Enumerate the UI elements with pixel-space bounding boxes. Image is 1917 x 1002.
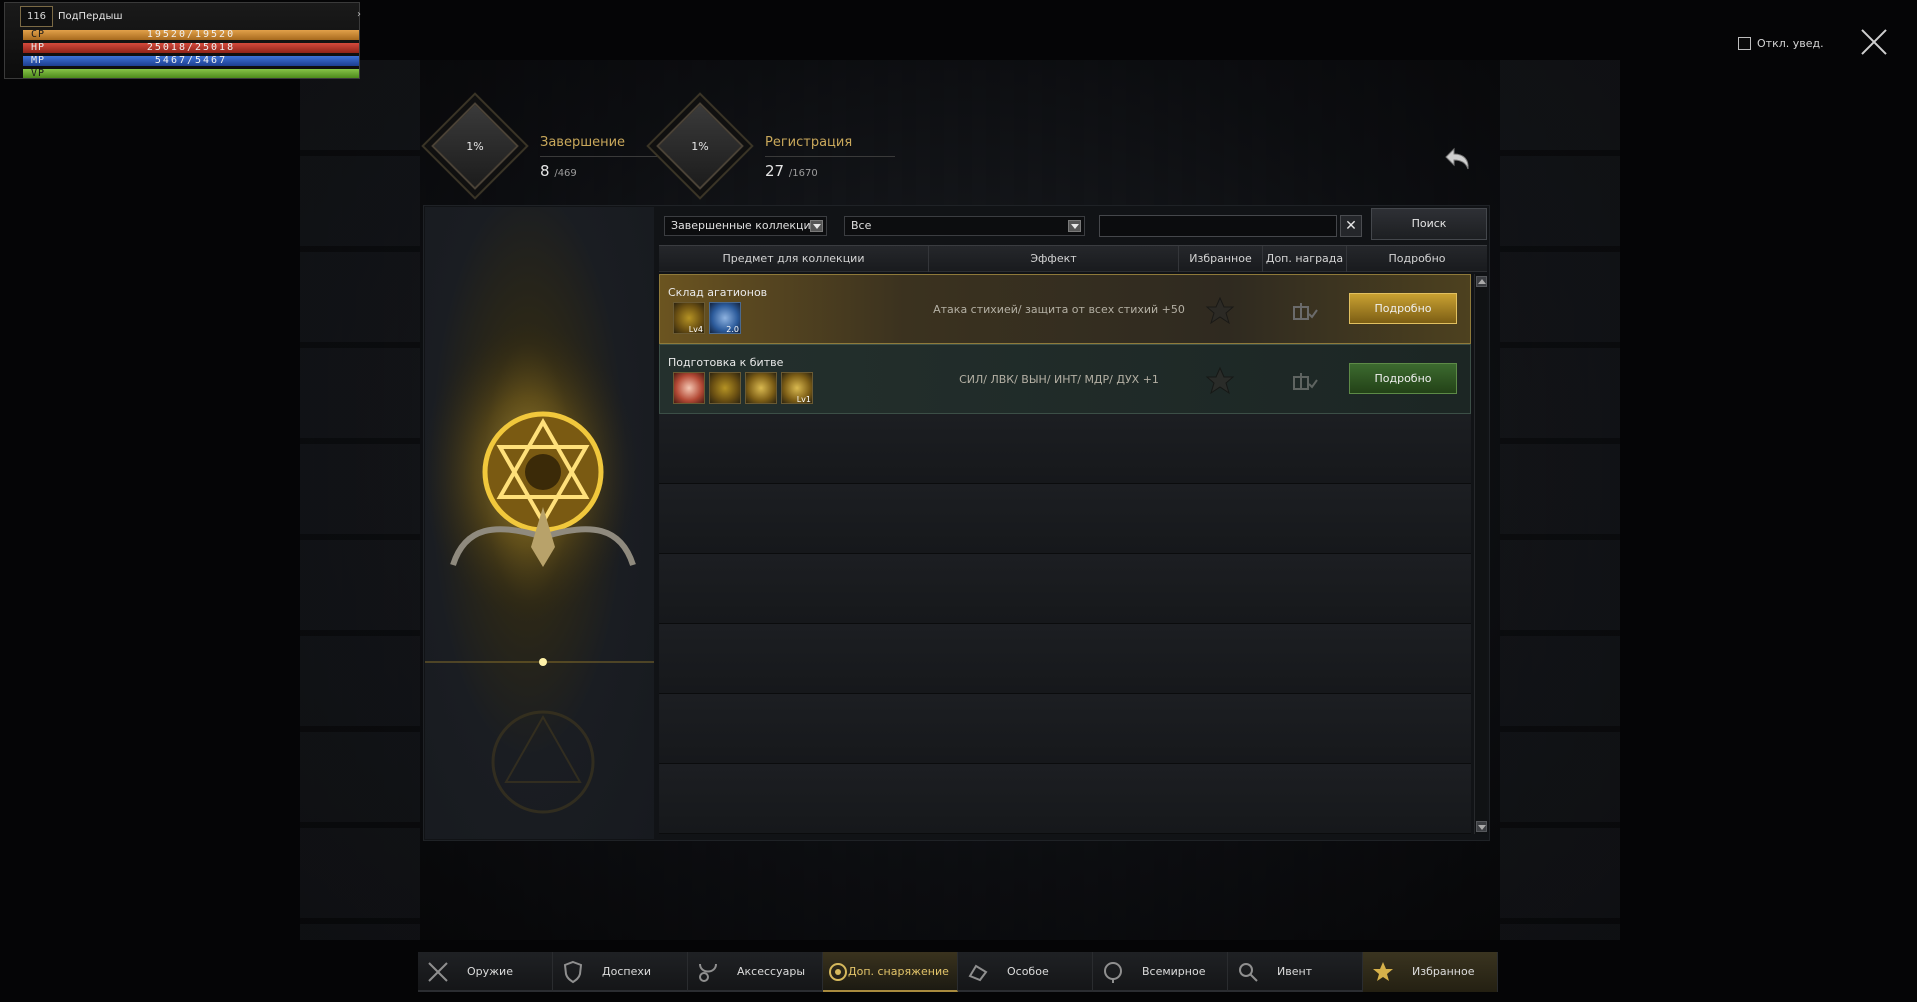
chevron-down-icon[interactable] [810, 220, 823, 232]
search-input[interactable] [1099, 215, 1337, 237]
column-item: Предмет для коллекции [659, 246, 929, 272]
weapon-scroll-icon[interactable] [745, 372, 777, 404]
tab-armor[interactable]: Доспехи [553, 952, 688, 992]
star-icon [1373, 962, 1393, 981]
table-row-empty [659, 764, 1471, 834]
registration-value: 27 /1670 [765, 162, 818, 180]
table-row-empty [659, 414, 1471, 484]
expand-arrow-icon[interactable]: › [357, 9, 361, 20]
favorite-star-icon[interactable] [1205, 296, 1235, 326]
details-button[interactable]: Подробно [1349, 293, 1457, 324]
collection-items: Lv4 2.0 [673, 302, 741, 334]
completion-title: Завершение [540, 135, 626, 150]
tab-favorites[interactable]: Избранное [1363, 952, 1498, 992]
extra-reward-gift-icon [1293, 373, 1318, 390]
gear-blue-icon[interactable]: 2.0 [709, 302, 741, 334]
sword-icon [428, 962, 448, 982]
clear-search-button[interactable]: ✕ [1340, 215, 1362, 237]
collection-name: Склад агатионов [668, 286, 768, 299]
table-scrollbar[interactable] [1474, 274, 1487, 834]
chevron-down-icon[interactable] [1068, 220, 1081, 232]
favorite-star-icon[interactable] [1205, 366, 1235, 396]
table-row-empty [659, 484, 1471, 554]
shield-icon [563, 960, 583, 984]
column-effect: Эффект [929, 246, 1179, 272]
collection-name: Подготовка к битве [668, 356, 784, 369]
scroll-up-icon[interactable] [1476, 276, 1487, 287]
bookshelf-left [300, 60, 420, 940]
bookshelf-right [1500, 60, 1620, 940]
tab-event[interactable]: Ивент [1228, 952, 1363, 992]
collection-illustration [425, 207, 654, 839]
type-filter-dropdown[interactable]: Все [844, 216, 1085, 236]
close-icon[interactable] [1859, 27, 1889, 57]
agathion-icon [829, 963, 847, 981]
search-button[interactable]: Поиск [1371, 208, 1487, 240]
collection-effect: Атака стихией/ защита от всех стихий +50 [933, 302, 1185, 316]
registration-title: Регистрация [765, 135, 853, 150]
column-extra-reward: Доп. награда [1263, 246, 1347, 272]
player-name: ПодПердыш [58, 11, 123, 22]
event-icon [1239, 963, 1258, 982]
spellbook-icon[interactable]: Lv1 [781, 372, 813, 404]
tab-weapons[interactable]: Оружие [418, 952, 553, 992]
category-tabs: Оружие Доспехи Аксессуары Доп. снаряжени… [418, 952, 1498, 992]
back-arrow-icon[interactable] [1440, 145, 1474, 179]
extra-reward-gift-icon [1293, 303, 1318, 320]
tab-special[interactable]: Особое [958, 952, 1093, 992]
special-icon [968, 964, 988, 982]
details-button[interactable]: Подробно [1349, 363, 1457, 394]
vp-bar: VP [23, 69, 359, 79]
scroll-down-icon[interactable] [1476, 821, 1487, 832]
globe-icon [1104, 962, 1122, 983]
table-row[interactable]: Подготовка к битве Lv1 СИЛ/ ЛВК/ ВЫН/ ИН… [659, 344, 1471, 414]
completion-value: 8 /469 [540, 162, 577, 180]
table-header: Предмет для коллекции Эффект Избранное Д… [659, 245, 1487, 272]
agathion-gold-icon[interactable]: Lv4 [673, 302, 705, 334]
collection-effect: СИЛ/ ЛВК/ ВЫН/ ИНТ/ МДР/ ДУХ +1 [959, 372, 1159, 386]
column-details: Подробно [1388, 252, 1446, 265]
mute-checkbox[interactable] [1738, 37, 1751, 50]
cp-bar: CP 19520/19520 [23, 30, 359, 40]
column-favorite: Избранное [1179, 246, 1263, 272]
tab-extra-equipment[interactable]: Доп. снаряжение [823, 952, 958, 992]
mp-bar: MP 5467/5467 [23, 56, 359, 66]
collection-table: Склад агатионов Lv4 2.0 Атака стихией/ з… [659, 274, 1471, 834]
table-row[interactable]: Склад агатионов Lv4 2.0 Атака стихией/ з… [659, 274, 1471, 344]
necklace-icon [699, 963, 717, 982]
agathion-gold-icon[interactable] [709, 372, 741, 404]
table-row-empty [659, 624, 1471, 694]
registration-percent: 1% [691, 139, 709, 153]
completion-percent: 1% [466, 139, 484, 153]
player-status-window[interactable]: 116 ПодПердыш › CP 19520/19520 HP 25018/25… [4, 2, 361, 79]
mute-label: Откл. увед. [1757, 37, 1824, 50]
table-row-empty [659, 554, 1471, 624]
potion-icon[interactable] [673, 372, 705, 404]
table-row-empty [659, 694, 1471, 764]
tab-worldwide[interactable]: Всемирное [1093, 952, 1228, 992]
mute-notifications-toggle[interactable]: Откл. увед. [1738, 37, 1824, 50]
collection-filter-dropdown[interactable]: Завершенные коллекции [664, 216, 827, 236]
tab-accessories[interactable]: Аксессуары [688, 952, 823, 992]
collection-items: Lv1 [673, 372, 813, 404]
player-level: 116 [20, 6, 53, 27]
hp-bar: HP 25018/25018 [23, 43, 359, 53]
